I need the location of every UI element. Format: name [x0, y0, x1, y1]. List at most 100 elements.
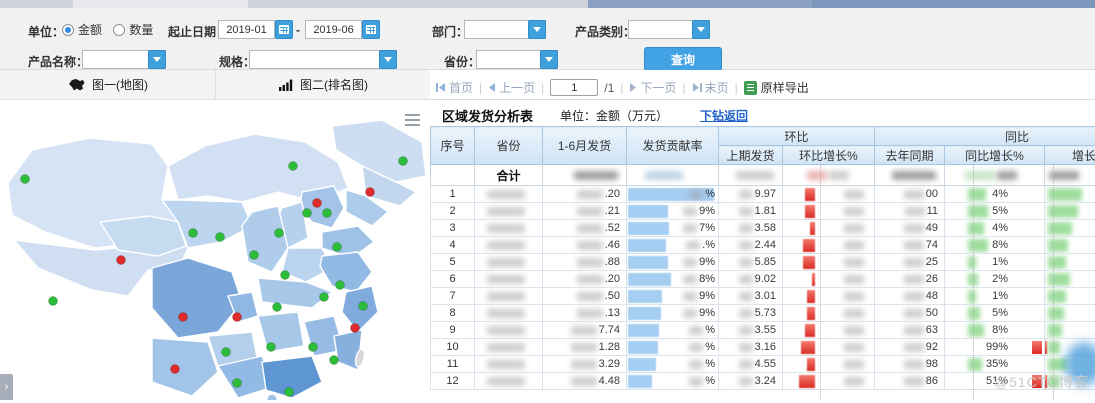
cell-province-redacted	[475, 254, 543, 271]
map-marker-green	[323, 209, 332, 218]
table-row: 6.208%9.02262%	[431, 271, 1095, 288]
date-from-input[interactable]	[218, 20, 275, 39]
map-marker-green	[359, 302, 368, 311]
yoy-axis-line	[973, 164, 974, 400]
col-group-yoy: 同比	[875, 127, 1095, 146]
cell-last-year: 00	[875, 186, 945, 203]
category-select[interactable]	[628, 20, 710, 39]
date-from-calendar-button[interactable]	[275, 20, 293, 39]
product-name-select[interactable]	[82, 50, 166, 69]
radio-amount-dot	[62, 24, 74, 36]
cell-last-year: 48	[875, 288, 945, 305]
map-marker-red	[233, 313, 242, 322]
cell-no: 1	[431, 186, 475, 203]
cell-no: 10	[431, 339, 475, 356]
chevron-down-icon[interactable]	[528, 20, 546, 39]
province-select[interactable]	[476, 50, 558, 69]
radio-amount[interactable]: 金额	[62, 21, 102, 38]
map-marker-green	[330, 356, 339, 365]
last-page-icon	[692, 83, 702, 92]
cell-mom-pct	[783, 373, 875, 390]
export-button[interactable]: 原样导出	[744, 79, 809, 96]
export-label: 原样导出	[761, 79, 809, 96]
cell-last-year: 49	[875, 220, 945, 237]
cell-mom-pct	[783, 271, 875, 288]
china-map: ›	[0, 100, 430, 400]
tab-rank-view[interactable]: 图二(排名图)	[215, 70, 430, 99]
col-header-prev: 上期发货	[719, 146, 783, 165]
province-label: 省份：	[444, 53, 480, 70]
cell-ship: 3.29	[543, 356, 627, 373]
cell-province-redacted	[475, 305, 543, 322]
col-header-yoy-pct: 同比增长%	[945, 146, 1045, 165]
last-page-button[interactable]: 末页	[692, 79, 729, 96]
total-label: 合计	[475, 165, 543, 186]
prev-page-button[interactable]: 上一页	[488, 79, 535, 96]
date-to-input[interactable]	[305, 20, 362, 39]
panel-collapse-toggle[interactable]: ›	[0, 374, 13, 400]
cell-last-year: 25	[875, 254, 945, 271]
next-page-button[interactable]: 下一页	[629, 79, 676, 96]
tab-map-label: 图一(地图)	[92, 76, 148, 93]
total-contrib-redacted	[627, 165, 719, 186]
query-button[interactable]: 查询	[644, 47, 722, 71]
cell-contrib: 8%	[627, 271, 719, 288]
cell-prev: 9.02	[719, 271, 783, 288]
cell-yoy-pct: 5%	[945, 305, 1045, 322]
cell-ship: .52	[543, 220, 627, 237]
cell-ship: 1.28	[543, 339, 627, 356]
spec-select[interactable]	[249, 50, 397, 69]
calendar-icon	[279, 25, 289, 34]
cell-no: 5	[431, 254, 475, 271]
tab-map-view[interactable]: 图一(地图)	[0, 70, 215, 99]
tab-rank-label: 图二(排名图)	[300, 76, 368, 93]
date-to-calendar-button[interactable]	[362, 20, 380, 39]
first-page-label: 首页	[449, 79, 473, 96]
cell-no: 6	[431, 271, 475, 288]
map-marker-green	[281, 271, 290, 280]
first-page-button[interactable]: 首页	[436, 79, 473, 96]
pager-separator: |	[682, 81, 685, 95]
window-top-strip	[0, 0, 1095, 8]
cell-ship: 7.74	[543, 322, 627, 339]
cell-prev: 2.44	[719, 237, 783, 254]
cell-contrib: 9%	[627, 254, 719, 271]
cell-yoy-pct: 5%	[945, 203, 1045, 220]
cell-mom-pct	[783, 220, 875, 237]
cell-contrib: %	[627, 322, 719, 339]
drill-back-link[interactable]: 下钻返回	[700, 107, 748, 124]
department-select[interactable]	[464, 20, 546, 39]
radio-quantity-label: 数量	[129, 21, 153, 38]
report-panel: 首页 | 上一页 | /1 | 下一页 | 末页 | 原样导出	[430, 70, 1095, 400]
chevron-down-icon[interactable]	[540, 50, 558, 69]
radio-quantity[interactable]: 数量	[113, 21, 153, 38]
cell-contrib: 9%	[627, 305, 719, 322]
table-row: 113.29%4.559835%	[431, 356, 1095, 373]
cell-yoy-pct: 8%	[945, 322, 1045, 339]
cell-province-redacted	[475, 373, 543, 390]
cell-yoy-pct: 8%	[945, 237, 1045, 254]
cell-prev: 1.81	[719, 203, 783, 220]
next-page-label: 下一页	[640, 79, 676, 96]
prev-page-label: 上一页	[499, 79, 535, 96]
table-row: 101.28%3.169299%	[431, 339, 1095, 356]
map-marker-green	[267, 343, 276, 352]
cell-province-redacted	[475, 288, 543, 305]
page-number-input[interactable]	[550, 79, 598, 96]
cell-mom-pct	[783, 322, 875, 339]
window-strip-blue	[588, 0, 812, 8]
cell-contrib: %	[627, 356, 719, 373]
map-marker-red	[117, 256, 126, 265]
chevron-down-icon[interactable]	[148, 50, 166, 69]
chevron-down-icon[interactable]	[692, 20, 710, 39]
total-mom-redacted	[783, 165, 875, 186]
pager-separator: |	[735, 81, 738, 95]
menu-icon[interactable]	[405, 114, 420, 129]
cell-mom-pct	[783, 203, 875, 220]
cell-prev: 3.24	[719, 373, 783, 390]
col-header-grow-contrib: 增长贡献率	[1045, 146, 1095, 165]
chevron-down-icon[interactable]	[379, 50, 397, 69]
cell-mom-pct	[783, 356, 875, 373]
cell-contrib: 9%	[627, 203, 719, 220]
pager-separator: |	[620, 81, 623, 95]
